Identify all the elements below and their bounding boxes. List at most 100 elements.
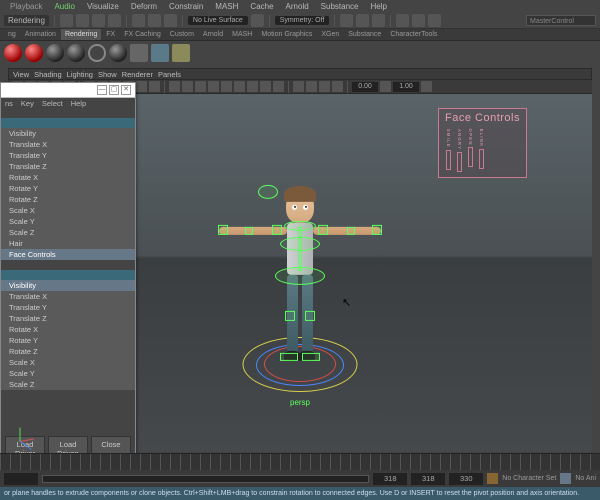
foot-l-control[interactable]: [280, 353, 298, 361]
menu-item[interactable]: Constrain: [163, 0, 209, 13]
sdk-menu-item[interactable]: Select: [42, 98, 63, 110]
driver-attr-item[interactable]: Scale X: [1, 205, 135, 216]
menu-item[interactable]: Deform: [125, 0, 163, 13]
tool-icon[interactable]: [148, 14, 161, 27]
character-set-label[interactable]: No Character Set: [502, 475, 556, 482]
minimize-icon[interactable]: —: [97, 85, 107, 95]
driven-attr-item[interactable]: Translate X: [1, 291, 135, 302]
foot-r-control[interactable]: [302, 353, 320, 361]
elbow-r-control[interactable]: [347, 227, 355, 235]
driver-attr-item[interactable]: Rotate X: [1, 172, 135, 183]
vp-tool-icon[interactable]: [221, 81, 232, 92]
driver-attr-item[interactable]: Scale Z: [1, 227, 135, 238]
vp-tool-icon[interactable]: [293, 81, 304, 92]
driver-attr-item[interactable]: Scale Y: [1, 216, 135, 227]
sdk-menu-item[interactable]: Key: [21, 98, 34, 110]
shelf-tab[interactable]: Motion Graphics: [257, 29, 316, 40]
set-driven-key-window[interactable]: — ▢ ✕ ns Key Select Help VisibilityTrans…: [0, 82, 136, 467]
shelf-tab[interactable]: ng: [4, 29, 20, 40]
driven-attr-item[interactable]: Translate Y: [1, 302, 135, 313]
driver-attr-item[interactable]: Translate Y: [1, 150, 135, 161]
magnet-icon[interactable]: [251, 14, 264, 27]
vp-tool-icon[interactable]: [380, 81, 391, 92]
vp-tool-icon[interactable]: [247, 81, 258, 92]
live-surface-display[interactable]: No Live Surface: [188, 16, 248, 25]
elbow-l-control[interactable]: [245, 227, 253, 235]
knee-r-control[interactable]: [305, 311, 315, 321]
exposure-field[interactable]: 0.00: [352, 82, 378, 92]
hand-l-control[interactable]: [218, 225, 228, 235]
driven-attr-item[interactable]: Scale X: [1, 357, 135, 368]
material-dark-icon[interactable]: [46, 44, 64, 62]
vp-tool-icon[interactable]: [182, 81, 193, 92]
vp-tool-icon[interactable]: [273, 81, 284, 92]
shelf-icon[interactable]: [130, 44, 148, 62]
hand-r-control[interactable]: [372, 225, 382, 235]
shelf-tab[interactable]: XGen: [317, 29, 343, 40]
control-search[interactable]: MasterControl: [526, 15, 596, 26]
frame-field-a[interactable]: 318: [373, 473, 407, 485]
driven-attr-item[interactable]: Visibility: [1, 280, 135, 291]
vp-tool-icon[interactable]: [136, 81, 147, 92]
shelf-tab-rendering[interactable]: Rendering: [61, 29, 101, 40]
shelf-tab[interactable]: FX: [102, 29, 119, 40]
vp-tool-icon[interactable]: [169, 81, 180, 92]
menu-item[interactable]: Substance: [315, 0, 365, 13]
tool-icon[interactable]: [428, 14, 441, 27]
shelf-tab[interactable]: Substance: [344, 29, 385, 40]
vp-tool-icon[interactable]: [195, 81, 206, 92]
face-controls-panel[interactable]: Face Controls SMILE ANGRY OPEN BLINK: [438, 108, 527, 178]
anim-layer-icon[interactable]: [560, 473, 571, 484]
vp-tool-icon[interactable]: [149, 81, 160, 92]
driven-attr-list[interactable]: VisibilityTranslate XTranslate YTranslat…: [1, 280, 135, 390]
vp-menu-item[interactable]: Lighting: [67, 70, 93, 79]
driver-attr-item[interactable]: Rotate Y: [1, 183, 135, 194]
material-red-icon[interactable]: [25, 44, 43, 62]
material-red-icon[interactable]: [4, 44, 22, 62]
vp-tool-icon[interactable]: [234, 81, 245, 92]
driven-attr-item[interactable]: Rotate Y: [1, 335, 135, 346]
tool-icon[interactable]: [164, 14, 177, 27]
driven-attr-item[interactable]: Translate Z: [1, 313, 135, 324]
shelf-tab[interactable]: Arnold: [199, 29, 227, 40]
start-frame-field[interactable]: [4, 473, 38, 485]
sdk-menu-item[interactable]: ns: [5, 98, 13, 110]
vp-tool-icon[interactable]: [260, 81, 271, 92]
light-ring-icon[interactable]: [88, 44, 106, 62]
tool-icon[interactable]: [60, 14, 73, 27]
angry-slider[interactable]: [457, 152, 462, 172]
vp-tool-icon[interactable]: [332, 81, 343, 92]
character-set-icon[interactable]: [487, 473, 498, 484]
gamma-field[interactable]: 1.00: [393, 82, 419, 92]
driver-attr-item[interactable]: Translate Z: [1, 161, 135, 172]
play-next-icon[interactable]: [356, 14, 369, 27]
stop-icon[interactable]: [372, 14, 385, 27]
end-frame-field[interactable]: 330: [449, 473, 483, 485]
symmetry-display[interactable]: Symmetry: Off: [275, 16, 330, 25]
menu-item[interactable]: Arnold: [280, 0, 315, 13]
tool-icon[interactable]: [132, 14, 145, 27]
anim-layer-label[interactable]: No Ani: [575, 475, 596, 482]
driven-attr-item[interactable]: Rotate X: [1, 324, 135, 335]
tool-icon[interactable]: [396, 14, 409, 27]
vp-menu-item[interactable]: View: [13, 70, 29, 79]
time-slider[interactable]: [0, 453, 600, 470]
driver-attr-item[interactable]: Rotate Z: [1, 194, 135, 205]
vp-tool-icon[interactable]: [208, 81, 219, 92]
open-slider[interactable]: [468, 147, 473, 167]
blink-slider[interactable]: [479, 149, 484, 169]
knee-l-control[interactable]: [285, 311, 295, 321]
spine-control[interactable]: [298, 227, 302, 271]
material-dark-icon[interactable]: [109, 44, 127, 62]
play-prev-icon[interactable]: [340, 14, 353, 27]
head-control[interactable]: [258, 185, 278, 199]
driver-attr-item[interactable]: Translate X: [1, 139, 135, 150]
driver-attr-list[interactable]: VisibilityTranslate XTranslate YTranslat…: [1, 128, 135, 260]
shoulder-r-control[interactable]: [318, 225, 328, 235]
menu-playback[interactable]: Playback: [4, 0, 48, 13]
menu-item[interactable]: Cache: [244, 0, 279, 13]
driver-attr-item[interactable]: Face Controls: [1, 249, 135, 260]
character-rig[interactable]: [286, 189, 314, 275]
sdk-menu-item[interactable]: Help: [71, 98, 86, 110]
shoulder-l-control[interactable]: [272, 225, 282, 235]
